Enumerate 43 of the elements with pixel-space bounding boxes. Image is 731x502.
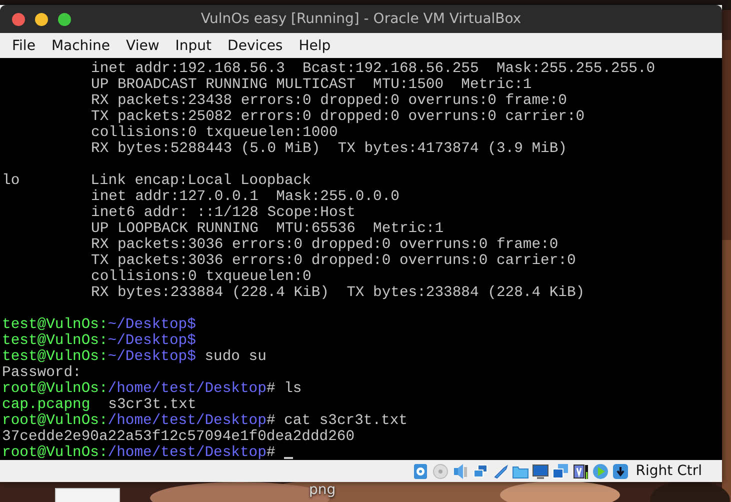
terminal-line: TX packets:25082 errors:0 dropped:0 overruns:0 carrier:0 <box>91 109 585 125</box>
menu-item[interactable]: Input <box>167 38 220 54</box>
prompt-line: root@VulnOs:/home/test/Desktop# ls <box>2 381 302 397</box>
prompt-line: root@VulnOs:/home/test/Desktop# cat s3cr3t.txt <box>2 413 408 429</box>
terminal-line: Link encap:Local Loopback <box>90 173 311 189</box>
minimize-button[interactable] <box>35 12 48 26</box>
windows-icon[interactable] <box>552 462 569 480</box>
recording-icon[interactable] <box>572 462 589 480</box>
terminal-line: RX bytes:5288443 (5.0 MiB) TX bytes:4173874 (3.9 MiB) <box>91 141 567 157</box>
terminal-line: 37cedde2e90a22a53f12c57094e1f0dea2ddd260 <box>2 429 355 445</box>
terminal-line: collisions:0 txqueuelen:0 <box>91 269 312 285</box>
file-name: s3cr3t.txt <box>108 397 196 413</box>
prompt-line: test@VulnOs:~/Desktop$ sudo su <box>2 349 266 365</box>
prompt-line: test@VulnOs:~/Desktop$ <box>2 333 196 349</box>
file-label[interactable]: png <box>309 482 336 498</box>
terminal-line: Password: <box>2 365 82 381</box>
display-icon[interactable] <box>532 462 549 480</box>
terminal-line: RX packets:3036 errors:0 dropped:0 overruns:0 frame:0 <box>91 237 558 253</box>
prompt-line: root@VulnOs:/home/test/Desktop# <box>2 445 276 460</box>
speaker-icon[interactable] <box>452 462 469 480</box>
close-button[interactable] <box>12 12 25 26</box>
terminal-line: collisions:0 txqueuelen:1000 <box>91 125 338 141</box>
terminal-line: UP LOOPBACK RUNNING MTU:65536 Metric:1 <box>91 221 444 237</box>
prompt-line: test@VulnOs:~/Desktop$ <box>2 317 196 333</box>
menu-item[interactable]: Machine <box>43 38 118 54</box>
terminal-line: UP BROADCAST RUNNING MULTICAST MTU:1500 Metric:1 <box>91 77 532 93</box>
terminal-line: inet6 addr: ::1/128 Scope:Host <box>91 205 356 221</box>
keyboard-capture-icon[interactable] <box>612 462 629 480</box>
menu-item[interactable]: View <box>118 38 168 54</box>
terminal-line: RX packets:23438 errors:0 dropped:0 overruns:0 frame:0 <box>91 93 567 109</box>
terminal-line: TX packets:3036 errors:0 dropped:0 overruns:0 carrier:0 <box>91 253 576 269</box>
menu-item[interactable]: File <box>4 38 44 54</box>
maximize-button[interactable] <box>58 12 71 26</box>
terminal-line: RX bytes:233884 (228.4 KiB) TX bytes:233884 (228.4 KiB) <box>91 285 585 301</box>
file-name: cap.pcapng <box>2 397 90 413</box>
terminal-line: inet addr:192.168.56.3 Bcast:192.168.56.255 Mask:255.255.255.0 <box>91 61 656 77</box>
host-key-label: Right Ctrl <box>636 463 702 479</box>
menu-item[interactable]: Help <box>290 38 339 54</box>
menu-item[interactable]: Devices <box>220 38 291 54</box>
interface-name: lo <box>2 173 20 189</box>
terminal-line: inet addr:127.0.0.1 Mask:255.0.0.0 <box>91 189 400 205</box>
window-title: VulnOs easy [Running] - Oracle VM VirtualBox <box>200 11 522 27</box>
network-icon[interactable] <box>472 462 489 480</box>
